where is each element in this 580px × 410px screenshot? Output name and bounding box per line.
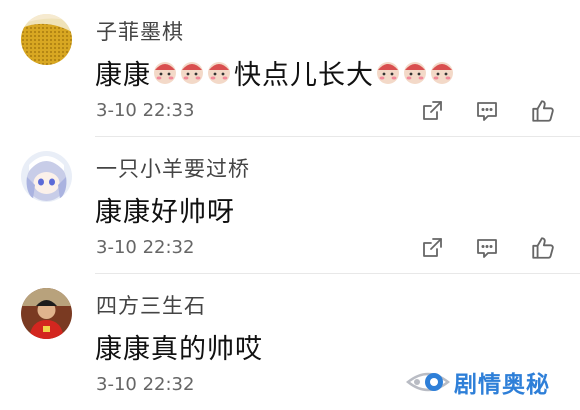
like-button[interactable] (528, 233, 558, 263)
username[interactable]: 子菲墨棋 (96, 16, 184, 46)
blush-sticker-icon (431, 61, 453, 84)
blush-sticker-icon (181, 61, 203, 84)
avatar[interactable] (21, 151, 72, 202)
reply-button[interactable] (472, 96, 502, 126)
share-button[interactable] (417, 96, 447, 126)
share-icon (423, 238, 442, 257)
comment-text: 康康 快点儿长大 (95, 53, 457, 92)
blush-sticker-icon (154, 61, 176, 84)
comment-text-prefix: 康康 (95, 60, 151, 91)
timestamp: 3-10 22:32 (96, 374, 195, 395)
blush-sticker-icon (208, 61, 230, 84)
like-icon (532, 237, 554, 259)
comment-item: 一只小羊要过桥 康康好帅呀 3-10 22:32 (0, 137, 580, 274)
share-icon (423, 101, 442, 120)
timestamp: 3-10 22:32 (96, 237, 195, 258)
timestamp: 3-10 22:33 (96, 100, 195, 121)
blush-sticker-icon (377, 61, 399, 84)
watermark: 剧情奥秘 (404, 362, 550, 402)
username[interactable]: 四方三生石 (96, 290, 206, 320)
emoji-group (152, 60, 233, 86)
reply-button[interactable] (472, 233, 502, 263)
username[interactable]: 一只小羊要过桥 (96, 153, 250, 183)
like-button[interactable] (528, 96, 558, 126)
avatar[interactable] (21, 288, 72, 339)
reply-icon (477, 239, 497, 258)
share-button[interactable] (417, 233, 447, 263)
comment-text: 康康真的帅哎 (95, 334, 263, 365)
emoji-group (375, 60, 456, 86)
blush-sticker-icon (404, 61, 426, 84)
avatar[interactable] (21, 14, 72, 65)
comment-text-middle: 快点儿长大 (234, 60, 374, 91)
comment-item: 子菲墨棋 康康 快点儿长大 3-10 22:33 (0, 0, 580, 137)
comment-text: 康康好帅呀 (95, 197, 235, 228)
like-icon (532, 100, 554, 122)
reply-icon (477, 102, 497, 121)
watermark-text: 剧情奥秘 (454, 372, 550, 398)
eye-logo-icon (405, 372, 451, 392)
